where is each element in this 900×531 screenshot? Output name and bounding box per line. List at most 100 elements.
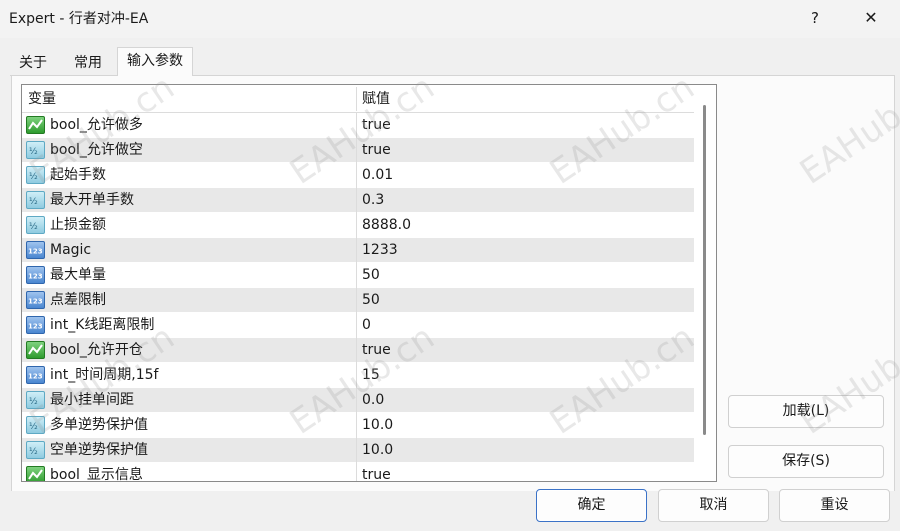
svg-text:123: 123	[28, 373, 43, 381]
svg-text:½: ½	[29, 397, 38, 407]
svg-text:123: 123	[28, 323, 43, 331]
cell-divider	[356, 263, 357, 288]
title-bar: Expert - 行者对冲-EA ? ✕	[0, 0, 900, 38]
cell-divider	[356, 188, 357, 213]
table-row[interactable]: bool_允许做多 true	[22, 113, 694, 138]
variable-value[interactable]: true	[362, 463, 391, 481]
bool-type-icon	[26, 466, 45, 481]
variable-value[interactable]: 50	[362, 263, 380, 288]
cell-divider	[356, 113, 357, 138]
table-row[interactable]: ½ 最大开单手数 0.3	[22, 188, 694, 213]
int-type-icon: 123	[26, 291, 45, 309]
save-button[interactable]: 保存(S)	[728, 445, 884, 478]
variable-value[interactable]: 1233	[362, 238, 398, 263]
variable-name: 点差限制	[50, 292, 106, 308]
variable-name: 最小挂单间距	[50, 392, 134, 408]
variable-name: int_时间周期,15f	[50, 367, 159, 383]
cell-divider	[356, 413, 357, 438]
int-type-icon: 123	[26, 366, 45, 384]
table-row[interactable]: 123 int_K线距离限制 0	[22, 313, 694, 338]
cell-divider	[356, 338, 357, 363]
variable-name: 起始手数	[50, 167, 106, 183]
bool-type-icon	[26, 341, 45, 359]
variable-name: 空单逆势保护值	[50, 442, 148, 458]
column-header-variable[interactable]: 变量	[22, 85, 356, 113]
grid-header: 变量 赋值	[22, 85, 694, 113]
load-button[interactable]: 加载(L)	[728, 395, 884, 428]
table-row[interactable]: 123 最大单量 50	[22, 263, 694, 288]
cell-divider	[356, 363, 357, 388]
variable-name: 多单逆势保护值	[50, 417, 148, 433]
int-type-icon: 123	[26, 266, 45, 284]
variable-value[interactable]: true	[362, 338, 391, 363]
variable-value[interactable]: 8888.0	[362, 213, 411, 238]
table-row[interactable]: ½ 多单逆势保护值 10.0	[22, 413, 694, 438]
variable-value[interactable]: true	[362, 113, 391, 138]
table-row[interactable]: 123 Magic 1233	[22, 238, 694, 263]
tab-common[interactable]: 常用	[60, 49, 116, 75]
cancel-button[interactable]: 取消	[658, 489, 769, 522]
variable-name: 止损金额	[50, 217, 106, 233]
cell-divider	[356, 438, 357, 463]
double-type-icon: ½	[26, 416, 45, 434]
double-type-icon: ½	[26, 216, 45, 234]
table-row[interactable]: 123 点差限制 50	[22, 288, 694, 313]
variable-value[interactable]: 50	[362, 288, 380, 313]
cell-divider	[356, 288, 357, 313]
svg-text:½: ½	[29, 422, 38, 432]
bool-type-icon	[26, 116, 45, 134]
ok-button[interactable]: 确定	[536, 489, 647, 522]
variable-name: bool_允许做空	[50, 142, 143, 158]
cell-divider	[356, 138, 357, 163]
table-row[interactable]: ½ 起始手数 0.01	[22, 163, 694, 188]
variable-value[interactable]: 0	[362, 313, 371, 338]
close-button[interactable]: ✕	[856, 4, 886, 32]
variable-value[interactable]: 0.0	[362, 388, 384, 413]
window-title: Expert - 行者对冲-EA	[9, 11, 149, 27]
svg-text:123: 123	[28, 298, 43, 306]
variable-value[interactable]: 10.0	[362, 438, 393, 463]
inputs-grid: 变量 赋值 bool_允许做多 true ½ bool_允许做空 true ½ 起始手数 0.…	[21, 84, 717, 482]
svg-text:½: ½	[29, 197, 38, 207]
cell-divider	[356, 313, 357, 338]
double-type-icon: ½	[26, 166, 45, 184]
vertical-scrollbar[interactable]	[694, 85, 716, 481]
svg-text:½: ½	[29, 447, 38, 457]
svg-text:½: ½	[29, 172, 38, 182]
variable-value[interactable]: 0.3	[362, 188, 384, 213]
int-type-icon: 123	[26, 316, 45, 334]
variable-name: int_K线距离限制	[50, 317, 155, 333]
table-row[interactable]: bool_显示信息 true	[22, 463, 694, 481]
cell-divider	[356, 388, 357, 413]
svg-text:½: ½	[29, 222, 38, 232]
table-row[interactable]: ½ 止损金额 8888.0	[22, 213, 694, 238]
svg-text:½: ½	[29, 147, 38, 157]
column-header-value[interactable]: 赋值	[356, 85, 694, 113]
grid-rows: bool_允许做多 true ½ bool_允许做空 true ½ 起始手数 0.01 ½ 最大开…	[22, 113, 694, 481]
scrollbar-thumb[interactable]	[703, 105, 706, 435]
variable-name: bool_允许做多	[50, 117, 143, 133]
variable-name: bool_允许开仓	[50, 342, 143, 358]
double-type-icon: ½	[26, 441, 45, 459]
variable-name: Magic	[50, 242, 92, 258]
reset-button[interactable]: 重设	[779, 489, 890, 522]
svg-text:123: 123	[28, 273, 43, 281]
tab-inputs[interactable]: 输入参数	[117, 47, 193, 76]
tab-about[interactable]: 关于	[10, 49, 56, 75]
cell-divider	[356, 213, 357, 238]
table-row[interactable]: ½ 最小挂单间距 0.0	[22, 388, 694, 413]
double-type-icon: ½	[26, 191, 45, 209]
variable-value[interactable]: true	[362, 138, 391, 163]
table-row[interactable]: ½ bool_允许做空 true	[22, 138, 694, 163]
table-row[interactable]: bool_允许开仓 true	[22, 338, 694, 363]
svg-text:123: 123	[28, 248, 43, 256]
variable-value[interactable]: 0.01	[362, 163, 393, 188]
variable-value[interactable]: 10.0	[362, 413, 393, 438]
variable-value[interactable]: 15	[362, 363, 380, 388]
cell-divider	[356, 463, 357, 481]
cell-divider	[356, 163, 357, 188]
table-row[interactable]: ½ 空单逆势保护值 10.0	[22, 438, 694, 463]
int-type-icon: 123	[26, 241, 45, 259]
help-button[interactable]: ?	[800, 4, 830, 32]
table-row[interactable]: 123 int_时间周期,15f 15	[22, 363, 694, 388]
